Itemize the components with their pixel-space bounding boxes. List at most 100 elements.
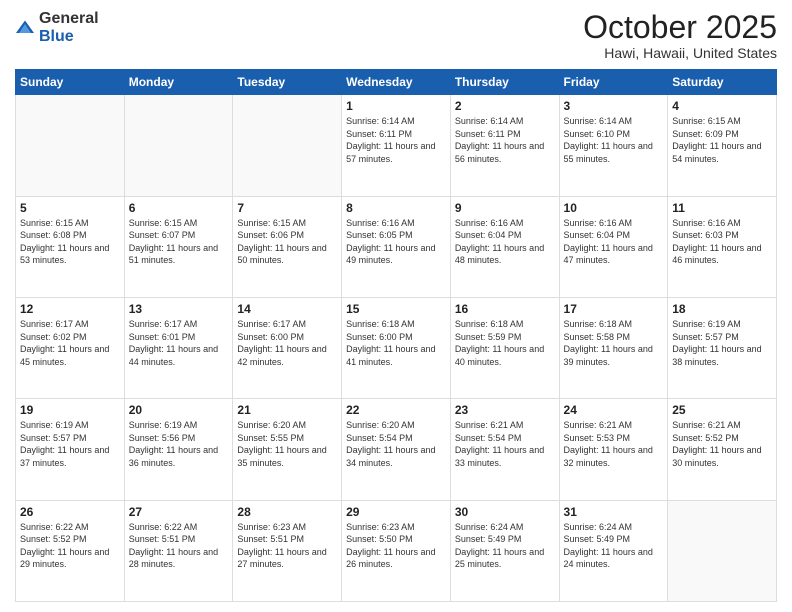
day-cell: 26 Sunrise: 6:22 AMSunset: 5:52 PMDayligh… [16,500,125,601]
weekday-header-row: SundayMondayTuesdayWednesdayThursdayFrid… [16,70,777,95]
day-number: 14 [237,302,337,316]
day-info: Sunrise: 6:21 AMSunset: 5:54 PMDaylight:… [455,419,555,469]
week-row-4: 19 Sunrise: 6:19 AMSunset: 5:57 PMDayligh… [16,399,777,500]
page: General Blue October 2025 Hawi, Hawaii, … [0,0,792,612]
day-number: 5 [20,201,120,215]
day-info: Sunrise: 6:16 AMSunset: 6:04 PMDaylight:… [564,217,664,267]
day-info: Sunrise: 6:21 AMSunset: 5:52 PMDaylight:… [672,419,772,469]
day-cell: 1Sunrise: 6:14 AMSunset: 6:11 PMDaylight… [342,95,451,196]
day-cell: 24 Sunrise: 6:21 AMSunset: 5:53 PMDayligh… [559,399,668,500]
day-info: Sunrise: 6:15 AMSunset: 6:09 PMDaylight:… [672,115,772,165]
header-right: October 2025 Hawi, Hawaii, United States [583,10,777,61]
day-info: Sunrise: 6:16 AMSunset: 6:05 PMDaylight:… [346,217,446,267]
day-info: Sunrise: 6:17 AMSunset: 6:00 PMDaylight:… [237,318,337,368]
day-cell [124,95,233,196]
day-cell: 16Sunrise: 6:18 AMSunset: 5:59 PMDayligh… [450,297,559,398]
day-number: 4 [672,99,772,113]
day-number: 1 [346,99,446,113]
day-number: 15 [346,302,446,316]
day-info: Sunrise: 6:23 AMSunset: 5:51 PMDaylight:… [237,521,337,571]
day-cell: 8 Sunrise: 6:16 AMSunset: 6:05 PMDaylight… [342,196,451,297]
day-number: 18 [672,302,772,316]
day-info: Sunrise: 6:19 AMSunset: 5:56 PMDaylight:… [129,419,229,469]
day-cell: 14 Sunrise: 6:17 AMSunset: 6:00 PMDayligh… [233,297,342,398]
day-cell [16,95,125,196]
day-number: 29 [346,505,446,519]
day-cell: 18Sunrise: 6:19 AMSunset: 5:57 PMDayligh… [668,297,777,398]
day-number: 2 [455,99,555,113]
weekday-wednesday: Wednesday [342,70,451,95]
header: General Blue October 2025 Hawi, Hawaii, … [15,10,777,61]
day-number: 22 [346,403,446,417]
day-info: Sunrise: 6:14 AMSunset: 6:11 PMDaylight:… [455,115,555,165]
day-cell: 6Sunrise: 6:15 AMSunset: 6:07 PMDaylight… [124,196,233,297]
day-cell: 10 Sunrise: 6:16 AMSunset: 6:04 PMDayligh… [559,196,668,297]
day-info: Sunrise: 6:24 AMSunset: 5:49 PMDaylight:… [455,521,555,571]
day-cell: 13 Sunrise: 6:17 AMSunset: 6:01 PMDayligh… [124,297,233,398]
day-number: 13 [129,302,229,316]
day-cell: 25Sunrise: 6:21 AMSunset: 5:52 PMDayligh… [668,399,777,500]
logo-icon [15,18,35,38]
day-cell: 3Sunrise: 6:14 AMSunset: 6:10 PMDaylight… [559,95,668,196]
day-cell: 20 Sunrise: 6:19 AMSunset: 5:56 PMDayligh… [124,399,233,500]
month-title: October 2025 [583,10,777,45]
day-cell [233,95,342,196]
weekday-saturday: Saturday [668,70,777,95]
day-number: 17 [564,302,664,316]
location: Hawi, Hawaii, United States [583,45,777,61]
weekday-tuesday: Tuesday [233,70,342,95]
day-cell [668,500,777,601]
day-info: Sunrise: 6:18 AMSunset: 6:00 PMDaylight:… [346,318,446,368]
day-number: 24 [564,403,664,417]
day-number: 20 [129,403,229,417]
day-cell: 7 Sunrise: 6:15 AMSunset: 6:06 PMDaylight… [233,196,342,297]
calendar-table: SundayMondayTuesdayWednesdayThursdayFrid… [15,69,777,602]
day-info: Sunrise: 6:22 AMSunset: 5:52 PMDaylight:… [20,521,120,571]
day-info: Sunrise: 6:15 AMSunset: 6:06 PMDaylight:… [237,217,337,267]
week-row-1: 1 Sunrise: 6:14 AMSunset: 6:11 PMDaylight… [16,95,777,196]
day-info: Sunrise: 6:18 AMSunset: 5:58 PMDaylight:… [564,318,664,368]
day-number: 3 [564,99,664,113]
day-number: 23 [455,403,555,417]
day-cell: 17 Sunrise: 6:18 AMSunset: 5:58 PMDayligh… [559,297,668,398]
day-info: Sunrise: 6:19 AMSunset: 5:57 PMDaylight:… [20,419,120,469]
day-cell: 28Sunrise: 6:23 AMSunset: 5:51 PMDayligh… [233,500,342,601]
day-cell: 21 Sunrise: 6:20 AMSunset: 5:55 PMDayligh… [233,399,342,500]
day-cell: 23 Sunrise: 6:21 AMSunset: 5:54 PMDayligh… [450,399,559,500]
day-number: 7 [237,201,337,215]
logo-blue: Blue [39,28,74,45]
day-number: 11 [672,201,772,215]
day-cell: 30 Sunrise: 6:24 AMSunset: 5:49 PMDayligh… [450,500,559,601]
day-number: 9 [455,201,555,215]
day-info: Sunrise: 6:23 AMSunset: 5:50 PMDaylight:… [346,521,446,571]
weekday-thursday: Thursday [450,70,559,95]
day-info: Sunrise: 6:21 AMSunset: 5:53 PMDaylight:… [564,419,664,469]
day-cell: 31 Sunrise: 6:24 AMSunset: 5:49 PMDayligh… [559,500,668,601]
day-info: Sunrise: 6:17 AMSunset: 6:01 PMDaylight:… [129,318,229,368]
day-info: Sunrise: 6:18 AMSunset: 5:59 PMDaylight:… [455,318,555,368]
day-info: Sunrise: 6:24 AMSunset: 5:49 PMDaylight:… [564,521,664,571]
day-cell: 15 Sunrise: 6:18 AMSunset: 6:00 PMDayligh… [342,297,451,398]
day-info: Sunrise: 6:20 AMSunset: 5:55 PMDaylight:… [237,419,337,469]
day-number: 8 [346,201,446,215]
day-number: 30 [455,505,555,519]
day-number: 31 [564,505,664,519]
day-info: Sunrise: 6:16 AMSunset: 6:03 PMDaylight:… [672,217,772,267]
day-info: Sunrise: 6:16 AMSunset: 6:04 PMDaylight:… [455,217,555,267]
weekday-sunday: Sunday [16,70,125,95]
day-cell: 29 Sunrise: 6:23 AMSunset: 5:50 PMDayligh… [342,500,451,601]
day-cell: 2 Sunrise: 6:14 AMSunset: 6:11 PMDaylight… [450,95,559,196]
day-cell: 9 Sunrise: 6:16 AMSunset: 6:04 PMDaylight… [450,196,559,297]
logo-general: General [39,10,99,27]
day-number: 10 [564,201,664,215]
day-number: 21 [237,403,337,417]
day-info: Sunrise: 6:15 AMSunset: 6:07 PMDaylight:… [129,217,229,267]
day-number: 26 [20,505,120,519]
day-cell: 27Sunrise: 6:22 AMSunset: 5:51 PMDayligh… [124,500,233,601]
weekday-friday: Friday [559,70,668,95]
day-cell: 22Sunrise: 6:20 AMSunset: 5:54 PMDayligh… [342,399,451,500]
day-number: 19 [20,403,120,417]
week-row-3: 12Sunrise: 6:17 AMSunset: 6:02 PMDayligh… [16,297,777,398]
week-row-5: 26 Sunrise: 6:22 AMSunset: 5:52 PMDayligh… [16,500,777,601]
logo-text: General Blue [39,10,99,46]
